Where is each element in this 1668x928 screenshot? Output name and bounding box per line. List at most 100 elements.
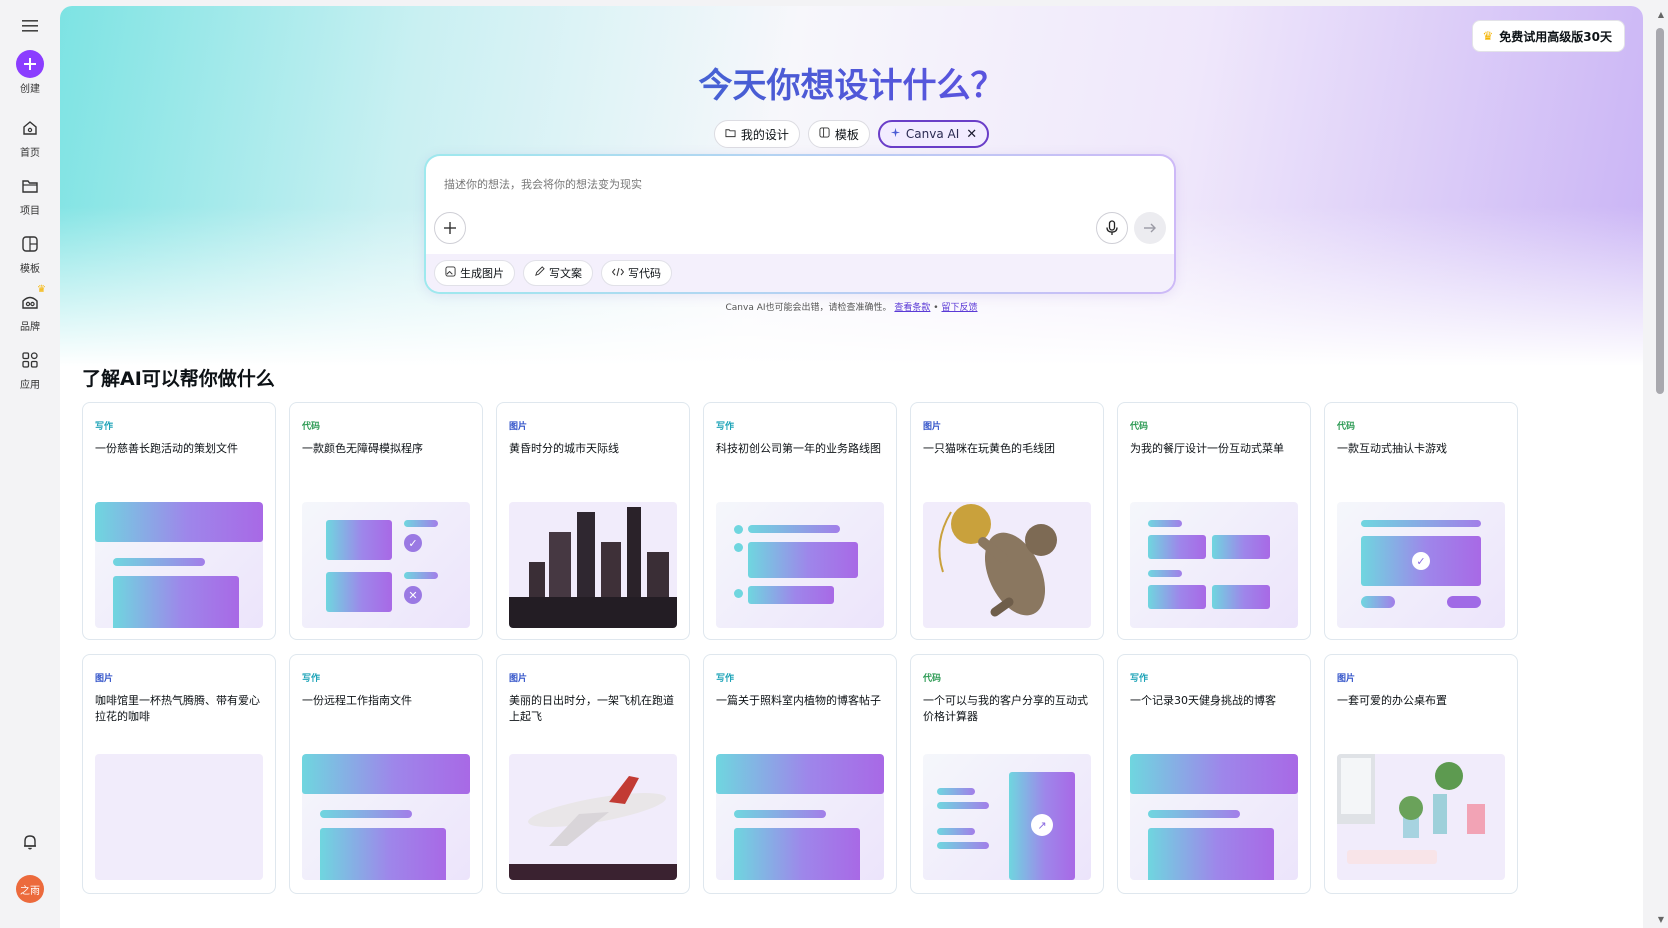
chip-label: 生成图片: [460, 267, 504, 280]
free-trial-button[interactable]: ♛ 免费试用高级版30天: [1471, 20, 1625, 52]
prompt-box: 描述你的想法，我会将你的想法变为现实 生成图片 写文案 写代码: [424, 154, 1176, 294]
crown-icon: ♛: [37, 284, 46, 295]
close-icon[interactable]: ✕: [966, 127, 977, 142]
terms-link[interactable]: 查看条款: [894, 303, 930, 313]
document-illustration: [302, 754, 470, 880]
close-icon: ✕: [404, 586, 422, 604]
suggestion-card[interactable]: 写作 一个记录30天健身挑战的博客: [1117, 654, 1311, 894]
rail-create[interactable]: 创建: [0, 50, 60, 95]
suggestion-card[interactable]: 图片 咖啡馆里一杯热气腾腾、带有爱心拉花的咖啡: [82, 654, 276, 894]
card-tag: 代码: [923, 674, 942, 684]
document-illustration: [716, 754, 884, 880]
card-tag: 写作: [716, 422, 735, 432]
code-icon: [611, 267, 625, 280]
card-description: 一份远程工作指南文件: [302, 694, 412, 707]
rail-apps[interactable]: 应用: [0, 346, 60, 391]
microphone-button[interactable]: [1096, 212, 1128, 244]
suggestion-card[interactable]: 代码 一个可以与我的客户分享的互动式价格计算器 ↗: [910, 654, 1104, 894]
card-description: 一个可以与我的客户分享的互动式价格计算器: [923, 694, 1088, 723]
send-button[interactable]: [1134, 212, 1166, 244]
main-panel: ♛ 免费试用高级版30天 今天你想设计什么？ 我的设计 模板 Canva AI …: [60, 6, 1643, 928]
card-description: 一只猫咪在玩黄色的毛线团: [923, 442, 1055, 455]
folder-icon: [16, 172, 44, 200]
chip-write-code[interactable]: 写代码: [601, 260, 672, 286]
card-tag: 代码: [1130, 422, 1149, 432]
suggestion-card[interactable]: 写作 科技初创公司第一年的业务路线图: [703, 402, 897, 640]
tab-canva-ai[interactable]: Canva AI ✕: [877, 120, 990, 148]
city-skyline-photo: [509, 502, 677, 628]
mode-tabs: 我的设计 模板 Canva AI ✕: [60, 120, 1643, 148]
suggestion-card[interactable]: 写作 一份远程工作指南文件: [289, 654, 483, 894]
card-description: 科技初创公司第一年的业务路线图: [716, 442, 881, 455]
tab-label: 我的设计: [740, 127, 789, 142]
card-tag: 写作: [716, 674, 735, 684]
suggestion-card[interactable]: 写作 一份慈善长跑活动的策划文件: [82, 402, 276, 640]
app-illustration: ✓ ✕: [302, 502, 470, 628]
rail-projects[interactable]: 项目: [0, 172, 60, 217]
card-tag: 图片: [923, 422, 942, 432]
pen-icon: [534, 266, 545, 280]
left-rail: 创建 首页 项目 模板 ♛ 品牌 应用 之雨: [0, 0, 60, 928]
sparkle-icon: [890, 127, 901, 141]
card-description: 咖啡馆里一杯热气腾腾、带有爱心拉花的咖啡: [95, 694, 260, 723]
rail-label: 创建: [20, 84, 40, 95]
bell-icon[interactable]: [18, 830, 42, 854]
suggestion-card[interactable]: 写作 一篇关于照料室内植物的博客帖子: [703, 654, 897, 894]
card-description: 一套可爱的办公桌布置: [1337, 694, 1447, 707]
suggestion-card[interactable]: 代码 为我的餐厅设计一份互动式菜单: [1117, 402, 1311, 640]
card-description: 一个记录30天健身挑战的博客: [1130, 694, 1276, 707]
card-tag: 写作: [95, 422, 114, 432]
folder-icon: [725, 127, 736, 141]
card-tag: 图片: [95, 674, 114, 684]
plus-icon: [444, 222, 456, 234]
ai-disclaimer: Canva AI也可能会出错，请检查准确性。 查看条款 • 留下反馈: [60, 300, 1643, 313]
rail-templates[interactable]: 模板: [0, 230, 60, 275]
prompt-input[interactable]: 描述你的想法，我会将你的想法变为现实: [444, 176, 642, 192]
document-illustration: [95, 502, 263, 628]
rail-brand[interactable]: ♛ 品牌: [0, 284, 60, 333]
add-attachment-button[interactable]: [434, 212, 466, 244]
suggestion-card[interactable]: 代码 一款颜色无障碍模拟程序 ✓ ✕: [289, 402, 483, 640]
card-description: 为我的餐厅设计一份互动式菜单: [1130, 442, 1284, 455]
check-icon: ✓: [1412, 552, 1430, 570]
suggestion-card[interactable]: 图片 一只猫咪在玩黄色的毛线团: [910, 402, 1104, 640]
rail-label: 应用: [20, 380, 40, 391]
separator: •: [933, 303, 939, 313]
trend-up-icon: ↗: [1031, 814, 1053, 836]
plus-icon: [16, 50, 44, 78]
cat-photo: [923, 502, 1091, 628]
flashcard-illustration: ✓: [1337, 502, 1505, 628]
scroll-down-icon[interactable]: ▼: [1658, 915, 1664, 924]
suggestion-card[interactable]: 图片 美丽的日出时分，一架飞机在跑道上起飞: [496, 654, 690, 894]
page-title: 今天你想设计什么？: [60, 58, 1643, 107]
template-icon: [819, 127, 830, 141]
tab-label: Canva AI: [905, 127, 960, 141]
chip-label: 写文案: [549, 267, 582, 280]
chip-write-copy[interactable]: 写文案: [523, 260, 593, 286]
card-description: 黄昏时分的城市天际线: [509, 442, 619, 455]
scrollbar-thumb[interactable]: [1656, 28, 1664, 394]
tab-templates[interactable]: 模板: [807, 120, 870, 148]
menu-icon[interactable]: [18, 14, 42, 38]
tab-my-designs[interactable]: 我的设计: [713, 120, 800, 148]
feedback-link[interactable]: 留下反馈: [941, 303, 977, 313]
menu-illustration: [1130, 502, 1298, 628]
card-tag: 代码: [1337, 422, 1356, 432]
scroll-up-icon[interactable]: ▲: [1658, 10, 1664, 19]
suggestion-card[interactable]: 代码 一款互动式抽认卡游戏 ✓: [1324, 402, 1518, 640]
free-trial-label: 免费试用高级版30天: [1499, 29, 1612, 44]
card-description: 一份慈善长跑活动的策划文件: [95, 442, 238, 455]
rail-home[interactable]: 首页: [0, 114, 60, 159]
rail-label: 项目: [20, 206, 40, 217]
suggestion-card[interactable]: 图片 黄昏时分的城市天际线: [496, 402, 690, 640]
rail-label: 品牌: [20, 322, 40, 333]
avatar[interactable]: 之雨: [16, 875, 44, 903]
chip-generate-image[interactable]: 生成图片: [434, 260, 515, 286]
roadmap-illustration: [716, 502, 884, 628]
disclaimer-text: Canva AI也可能会出错，请检查准确性。: [725, 303, 892, 313]
suggestion-card[interactable]: 图片 一套可爱的办公桌布置: [1324, 654, 1518, 894]
calculator-illustration: ↗: [923, 754, 1091, 880]
card-description: 一款颜色无障碍模拟程序: [302, 442, 423, 455]
check-icon: ✓: [404, 534, 422, 552]
home-icon: [16, 114, 44, 142]
